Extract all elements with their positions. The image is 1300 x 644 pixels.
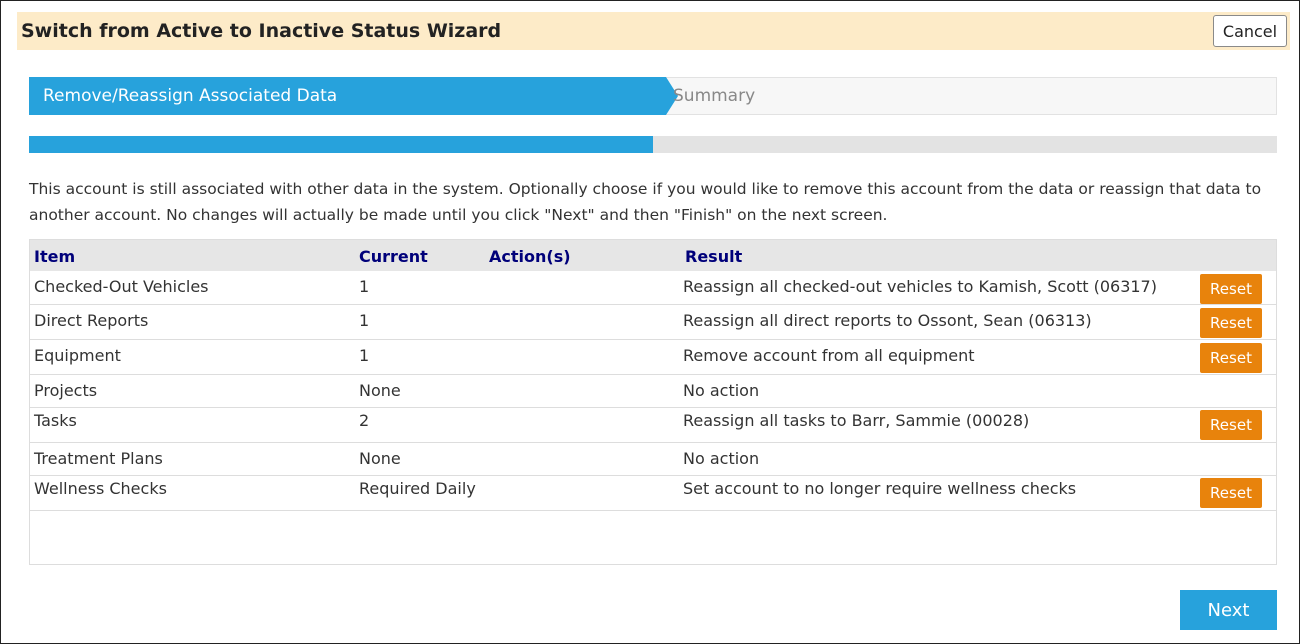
row-current: None (359, 449, 401, 468)
reset-button[interactable]: Reset (1200, 274, 1262, 304)
row-item: Wellness Checks (34, 479, 167, 498)
table-row: Checked-Out Vehicles 1 Reassign all chec… (30, 271, 1276, 305)
row-item: Projects (34, 381, 98, 400)
row-result: Set account to no longer require wellnes… (683, 479, 1077, 498)
wizard-title: Switch from Active to Inactive Status Wi… (21, 20, 502, 42)
reset-button[interactable]: Reset (1200, 343, 1262, 373)
row-result: Remove account from all equipment (683, 346, 975, 365)
row-item: Tasks (34, 411, 77, 430)
row-result: No action (683, 449, 760, 468)
header-current: Current (359, 247, 428, 266)
row-current: Required Daily (359, 479, 476, 498)
step-remove-reassign: Remove/Reassign Associated Data (29, 77, 666, 115)
row-result: Reassign all direct reports to Ossont, S… (683, 311, 1092, 330)
reset-button[interactable]: Reset (1200, 308, 1262, 338)
wizard-header: Switch from Active to Inactive Status Wi… (17, 12, 1290, 50)
row-result: No action (683, 381, 760, 400)
row-result: Reassign all tasks to Barr, Sammie (0002… (683, 411, 1030, 430)
reset-button[interactable]: Reset (1200, 410, 1262, 440)
row-current: 1 (359, 346, 370, 365)
associated-data-table: Item Current Action(s) Result Checked-Ou… (29, 239, 1277, 565)
row-current: 1 (359, 311, 370, 330)
header-actions: Action(s) (489, 247, 571, 266)
table-row: Wellness Checks Required Daily Set accou… (30, 476, 1276, 511)
table-row: Direct Reports 1 Reassign all direct rep… (30, 305, 1276, 340)
table-row: Equipment 1 Remove account from all equi… (30, 340, 1276, 375)
next-button[interactable]: Next (1180, 590, 1277, 630)
table-row: Projects None No action (30, 375, 1276, 408)
header-item: Item (34, 247, 76, 266)
cancel-button[interactable]: Cancel (1213, 15, 1287, 47)
table-header: Item Current Action(s) Result (30, 240, 1276, 271)
progress-fill (29, 136, 653, 153)
wizard-steps: Remove/Reassign Associated Data Summary (29, 77, 1277, 115)
row-current: None (359, 381, 401, 400)
row-current: 2 (359, 411, 370, 430)
reset-button[interactable]: Reset (1200, 478, 1262, 508)
step-summary: Summary (673, 86, 756, 106)
table-row: Treatment Plans None No action (30, 443, 1276, 476)
description-text: This account is still associated with ot… (29, 180, 1262, 224)
row-item: Treatment Plans (34, 449, 163, 468)
table-row: Tasks 2 Reassign all tasks to Barr, Samm… (30, 408, 1276, 443)
row-item: Checked-Out Vehicles (34, 277, 209, 296)
row-item: Equipment (34, 346, 121, 365)
row-item: Direct Reports (34, 311, 149, 330)
progress-bar (29, 136, 1277, 153)
row-current: 1 (359, 277, 370, 296)
row-result: Reassign all checked-out vehicles to Kam… (683, 277, 1157, 296)
wizard-dialog: Switch from Active to Inactive Status Wi… (0, 0, 1300, 644)
header-result: Result (685, 247, 743, 266)
